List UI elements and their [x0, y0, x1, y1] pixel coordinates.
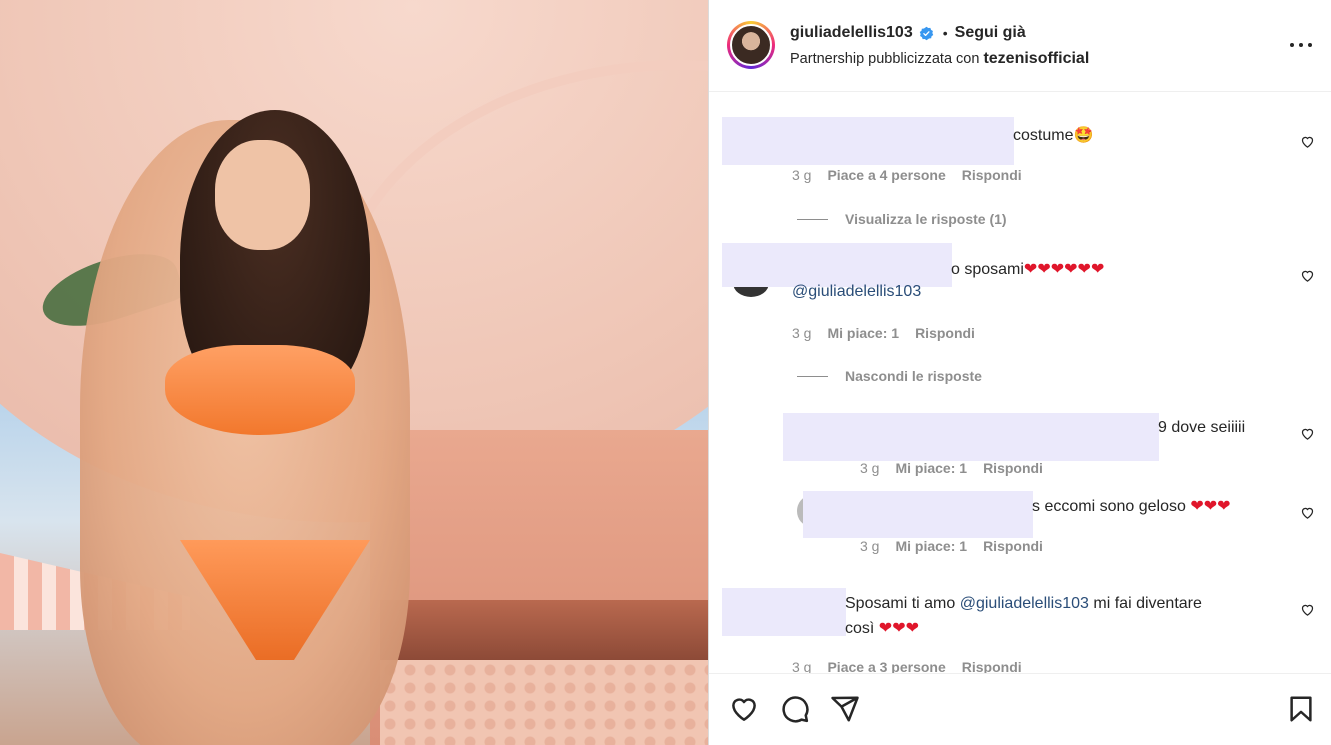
partnership-label: Partnership pubblicizzata con [790, 51, 980, 67]
view-replies-toggle[interactable]: Visualizza le risposte (1) [797, 211, 1007, 227]
avatar[interactable] [727, 21, 775, 69]
comment-likes[interactable]: Piace a 4 persone [827, 167, 945, 183]
username-link[interactable]: giuliadelellis103 [790, 24, 913, 42]
comment-time: 3 g [792, 659, 812, 673]
comment-like-icon[interactable] [1300, 134, 1315, 149]
comment-mention[interactable]: @giuliadelellis103 [960, 595, 1089, 612]
comment-icon[interactable] [780, 694, 810, 724]
comment-mention[interactable]: @giuliadelellis103 [792, 283, 921, 301]
photo-tiles [380, 660, 708, 745]
comment-like-icon[interactable] [1300, 505, 1315, 520]
share-icon[interactable] [830, 694, 860, 724]
comment-meta: 3 g Piace a 3 persone Rispondi [792, 659, 1022, 673]
redacted-author [722, 117, 1014, 165]
comment-text: costume🤩 [1013, 125, 1094, 144]
hide-replies-toggle[interactable]: Nascondi le risposte [797, 368, 982, 384]
reply-button[interactable]: Rispondi [983, 538, 1043, 554]
comment-likes[interactable]: Mi piace: 1 [827, 325, 899, 341]
reply-button[interactable]: Rispondi [983, 460, 1043, 476]
redacted-author [722, 588, 846, 636]
heart-icon[interactable] [729, 694, 759, 724]
separator-dot: • [942, 25, 948, 41]
post-header: giuliadelellis103 • Segui già Partnershi… [709, 0, 1331, 92]
comment-text: o sposami❤❤❤❤❤❤ [951, 259, 1105, 278]
comment-text-line2: così ❤❤❤ [845, 618, 920, 637]
comments-list[interactable]: costume🤩 3 g Piace a 4 persone Rispondi … [709, 93, 1331, 673]
redacted-author [722, 243, 952, 287]
reply-button[interactable]: Rispondi [962, 167, 1022, 183]
bookmark-icon[interactable] [1286, 694, 1316, 724]
photo-face [215, 140, 310, 250]
comment-time: 3 g [792, 325, 812, 341]
comment-like-icon[interactable] [1300, 426, 1315, 441]
partnership-line: Partnership pubblicizzata con tezenisoff… [790, 50, 1089, 68]
comment-likes[interactable]: Piace a 3 persone [827, 659, 945, 673]
comment-like-icon[interactable] [1300, 268, 1315, 283]
reply-time: 3 g [860, 538, 880, 554]
comment-time: 3 g [792, 167, 812, 183]
comment-text: Sposami ti amo @giuliadelellis103 mi fai… [845, 595, 1202, 612]
post-photo[interactable] [0, 0, 708, 745]
partner-link[interactable]: tezenisofficial [983, 50, 1089, 67]
reply-time: 3 g [860, 460, 880, 476]
reply-likes[interactable]: Mi piace: 1 [895, 538, 967, 554]
comment-meta: 3 g Mi piace: 1 Rispondi [792, 325, 975, 341]
photo-bikini-top [165, 345, 355, 435]
post-actions-bar [709, 673, 1331, 745]
reply-button[interactable]: Rispondi [962, 659, 1022, 673]
reply-button[interactable]: Rispondi [915, 325, 975, 341]
redacted-author [783, 413, 1159, 461]
verified-badge-icon [919, 26, 933, 40]
more-options-icon[interactable] [1290, 34, 1312, 56]
reply-text: 9 dove seiiiii [1158, 419, 1246, 436]
reply-likes[interactable]: Mi piace: 1 [895, 460, 967, 476]
header-top-line: giuliadelellis103 • Segui già [790, 22, 1026, 44]
redacted-author [803, 491, 1033, 538]
avatar-image [730, 24, 772, 66]
comment-like-icon[interactable] [1300, 602, 1315, 617]
following-button[interactable]: Segui già [955, 24, 1026, 42]
reply-meta: 3 g Mi piace: 1 Rispondi [860, 460, 1043, 476]
reply-meta: 3 g Mi piace: 1 Rispondi [860, 538, 1043, 554]
photo-counter [380, 600, 708, 660]
reply-text: s eccomi sono geloso ❤❤❤ [1032, 496, 1231, 515]
comment-meta: 3 g Piace a 4 persone Rispondi [792, 167, 1022, 183]
post-side-panel: giuliadelellis103 • Segui già Partnershi… [708, 0, 1331, 745]
